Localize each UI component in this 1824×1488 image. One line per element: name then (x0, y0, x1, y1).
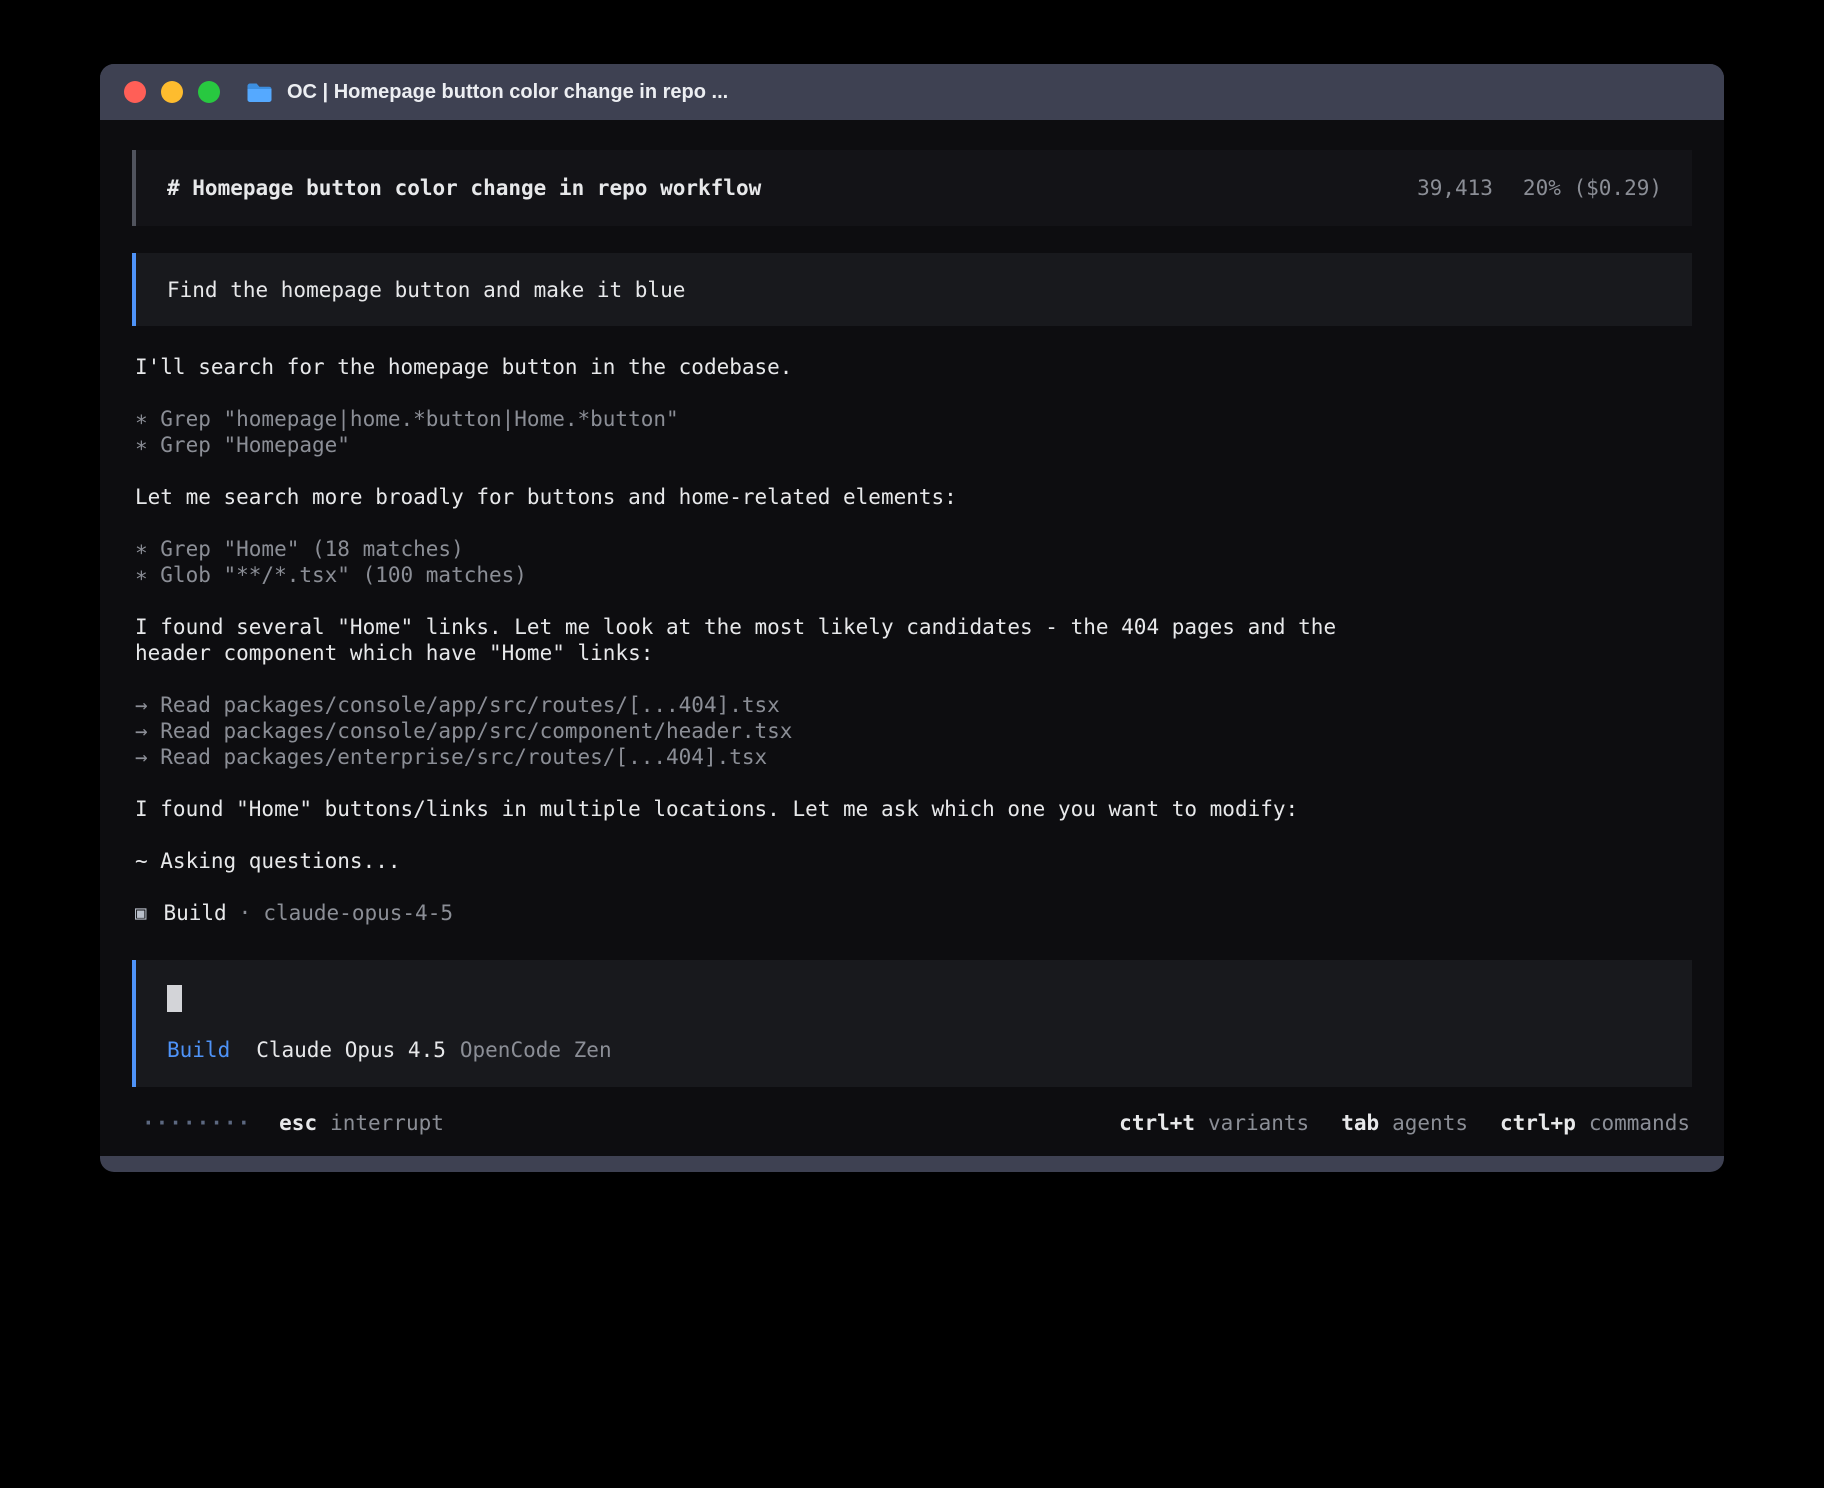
spinner-dots-icon: ········ (142, 1110, 251, 1136)
minimize-button[interactable] (161, 81, 183, 103)
tool-call-read: → Read packages/enterprise/src/routes/[.… (135, 744, 1692, 770)
agent-status-icon: ▣ (135, 900, 146, 926)
session-stats: 39,413 20% ($0.29) (1417, 175, 1662, 201)
tool-call-grep: ∗ Grep "homepage|home.*button|Home.*butt… (135, 406, 1692, 432)
assistant-paragraph: Let me search more broadly for buttons a… (135, 484, 1692, 510)
message-input[interactable]: Build Claude Opus 4.5 OpenCode Zen (132, 960, 1692, 1087)
tool-call-read: → Read packages/console/app/src/routes/[… (135, 692, 1692, 718)
tool-call-group: → Read packages/console/app/src/routes/[… (135, 692, 1692, 770)
tool-call-read: → Read packages/console/app/src/componen… (135, 718, 1692, 744)
shortcut-commands: ctrl+p commands (1500, 1110, 1690, 1136)
window-title: OC | Homepage button color change in rep… (287, 81, 728, 104)
folder-icon (246, 81, 273, 103)
ctrl-t-key-hint: ctrl+t (1119, 1110, 1195, 1136)
agent-name: Build (163, 900, 226, 926)
assistant-paragraph: I found several "Home" links. Let me loo… (135, 614, 1692, 666)
provider-label: OpenCode Zen (460, 1037, 612, 1063)
model-name-label[interactable]: Claude Opus 4.5 (256, 1037, 446, 1063)
text-cursor (167, 985, 182, 1012)
session-header: # Homepage button color change in repo w… (132, 150, 1692, 226)
traffic-lights (124, 81, 220, 103)
interrupt-label: interrupt (330, 1110, 444, 1136)
status-bar: ········ esc interrupt ctrl+t variants t… (132, 1110, 1692, 1136)
variants-label: variants (1208, 1110, 1309, 1136)
user-message-text: Find the homepage button and make it blu… (167, 278, 685, 302)
user-message: Find the homepage button and make it blu… (132, 253, 1692, 326)
tool-call-grep: ∗ Grep "Homepage" (135, 432, 1692, 458)
agent-separator: · (239, 900, 252, 926)
tool-call-glob: ∗ Glob "**/*.tsx" (100 matches) (135, 562, 1692, 588)
terminal-window: OC | Homepage button color change in rep… (100, 64, 1724, 1172)
shortcut-variants: ctrl+t variants (1119, 1110, 1309, 1136)
agent-mode-label[interactable]: Build (167, 1037, 230, 1063)
assistant-transcript: I'll search for the homepage button in t… (132, 354, 1692, 926)
agents-label: agents (1392, 1110, 1468, 1136)
ctrl-p-key-hint: ctrl+p (1500, 1110, 1576, 1136)
context-usage: 20% ($0.29) (1523, 175, 1662, 201)
title-group: OC | Homepage button color change in rep… (246, 81, 728, 104)
terminal-content: # Homepage button color change in repo w… (100, 120, 1724, 1156)
token-count: 39,413 (1417, 175, 1493, 201)
status-left: ········ esc interrupt (134, 1110, 444, 1136)
close-button[interactable] (124, 81, 146, 103)
titlebar: OC | Homepage button color change in rep… (100, 64, 1724, 120)
tool-call-grep: ∗ Grep "Home" (18 matches) (135, 536, 1692, 562)
tool-call-group: ∗ Grep "homepage|home.*button|Home.*butt… (135, 406, 1692, 458)
tab-key-hint: tab (1341, 1110, 1379, 1136)
commands-label: commands (1589, 1110, 1690, 1136)
status-right: ctrl+t variants tab agents ctrl+p comman… (1119, 1110, 1690, 1136)
assistant-status-text: ~ Asking questions... (135, 848, 1692, 874)
shortcut-agents: tab agents (1341, 1110, 1468, 1136)
assistant-paragraph: I found "Home" buttons/links in multiple… (135, 796, 1692, 822)
agent-status-line: ▣ Build · claude-opus-4-5 (135, 900, 1692, 926)
assistant-paragraph: I'll search for the homepage button in t… (135, 354, 1692, 380)
input-model-line: Build Claude Opus 4.5 OpenCode Zen (167, 1037, 1662, 1063)
agent-model: claude-opus-4-5 (263, 900, 453, 926)
esc-key-hint: esc (279, 1110, 317, 1136)
zoom-button[interactable] (198, 81, 220, 103)
tool-call-group: ∗ Grep "Home" (18 matches) ∗ Glob "**/*.… (135, 536, 1692, 588)
session-title: # Homepage button color change in repo w… (167, 175, 761, 201)
